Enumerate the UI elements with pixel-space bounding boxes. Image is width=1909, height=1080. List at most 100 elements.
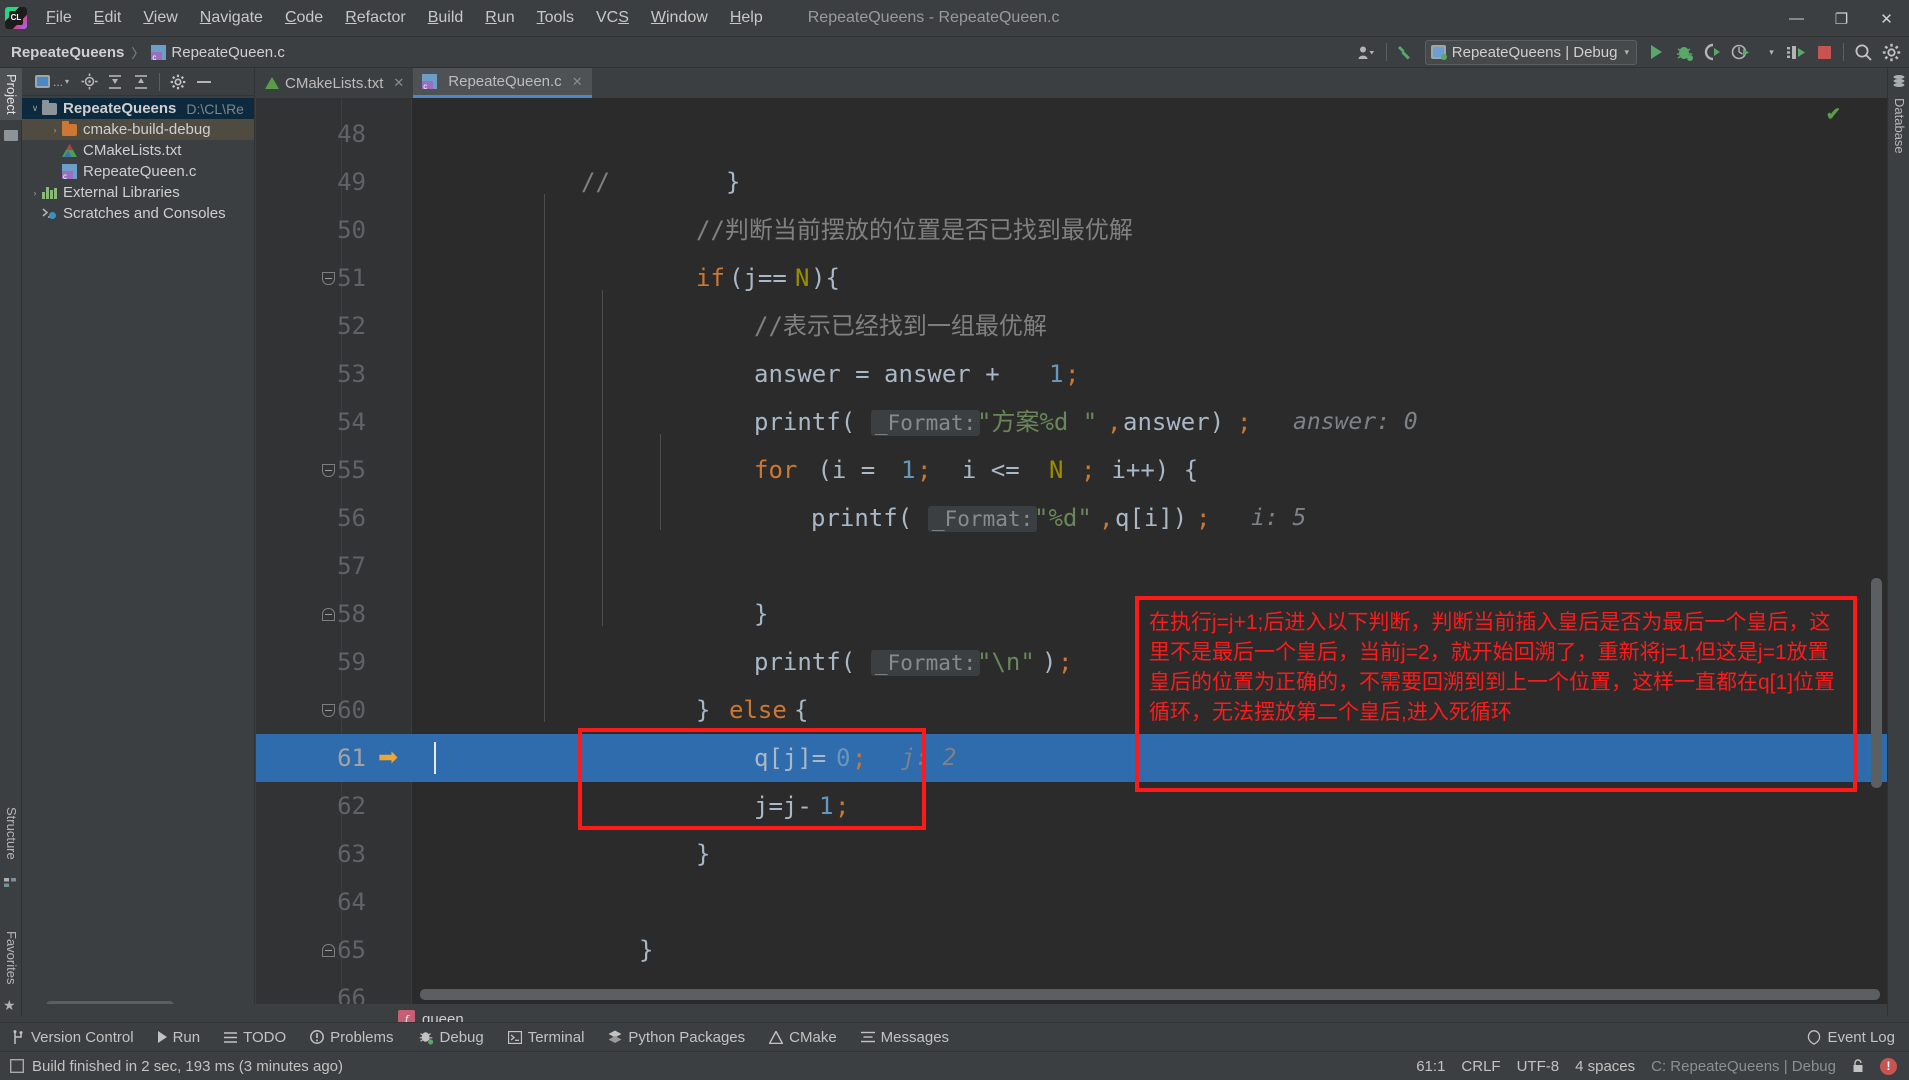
run-with-coverage-button[interactable] xyxy=(1698,39,1726,65)
line-number[interactable]: 64 xyxy=(256,878,366,926)
line-number[interactable]: 52 xyxy=(256,302,366,350)
project-tree[interactable]: ∨ RepeateQueens D:\CL\Re › cmake-build-d… xyxy=(22,96,254,224)
breadcrumb-project[interactable]: RepeateQueens xyxy=(7,42,128,63)
project-view-selector[interactable]: ... ▾ xyxy=(28,70,76,94)
line-number[interactable]: 53 xyxy=(256,350,366,398)
sidebar-tab-favorites[interactable]: Favorites xyxy=(0,925,22,990)
search-everywhere-button[interactable] xyxy=(1849,39,1877,65)
warning-icon[interactable] xyxy=(1880,1057,1897,1075)
run-button[interactable] xyxy=(1642,39,1670,65)
menu-file[interactable]: File xyxy=(35,5,83,31)
caret-position[interactable]: 61:1 xyxy=(1416,1058,1445,1075)
sidebar-tab-project[interactable]: Project xyxy=(0,68,22,121)
chevron-right-icon[interactable]: › xyxy=(28,188,42,198)
editor-horizontal-scrollbar[interactable] xyxy=(420,989,1880,1000)
profiler-button[interactable] xyxy=(1726,39,1754,65)
breadcrumb[interactable]: RepeateQueens 〉 RepeateQueen.c xyxy=(0,42,289,63)
indent-setting[interactable]: 4 spaces xyxy=(1575,1058,1635,1075)
code-fold-marker[interactable] xyxy=(318,590,338,638)
line-number[interactable]: 56 xyxy=(256,494,366,542)
menu-bar[interactable]: File Edit View Navigate Code Refactor Bu… xyxy=(35,0,774,37)
line-number[interactable]: 58 xyxy=(256,590,366,638)
line-number[interactable]: 50 xyxy=(256,206,366,254)
collapse-all-button[interactable] xyxy=(128,70,154,94)
menu-help[interactable]: Help xyxy=(719,5,774,31)
tree-node-repeatequeens[interactable]: ∨ RepeateQueens D:\CL\Re xyxy=(22,98,254,119)
tree-node-repeatequeen-c[interactable]: RepeateQueen.c xyxy=(22,161,254,182)
locate-file-button[interactable] xyxy=(76,70,102,94)
menu-edit[interactable]: Edit xyxy=(83,5,133,31)
tool-window-messages[interactable]: Messages xyxy=(849,1023,961,1052)
build-status[interactable]: Build finished in 2 sec, 193 ms (3 minut… xyxy=(0,1058,343,1075)
debugger-inline-value[interactable]: answer: 0 xyxy=(1293,409,1418,435)
inspection-status-icon[interactable]: ✔ xyxy=(1826,104,1841,125)
line-number[interactable]: 62 xyxy=(256,782,366,830)
line-number[interactable]: 65 xyxy=(256,926,366,974)
code-editor[interactable]: 48 49//} 50//判断当前摆放的位置是否已找到最优解 51 if (j== N){5… xyxy=(256,98,1887,1004)
tool-window-debug[interactable]: Debug xyxy=(406,1023,496,1052)
tool-window-todo[interactable]: TODO xyxy=(212,1023,298,1052)
menu-window[interactable]: Window xyxy=(640,5,719,31)
line-number[interactable]: 51 xyxy=(256,254,366,302)
line-number[interactable]: 63 xyxy=(256,830,366,878)
active-configuration[interactable]: C: RepeateQueens | Debug xyxy=(1651,1058,1836,1075)
chevron-right-icon[interactable]: › xyxy=(48,125,62,135)
menu-navigate[interactable]: Navigate xyxy=(189,5,274,31)
run-configuration-selector[interactable]: RepeateQueens | Debug ▾ xyxy=(1424,39,1637,65)
line-number[interactable]: 66 xyxy=(256,974,366,1004)
tree-node-scratches[interactable]: Scratches and Consoles xyxy=(22,203,254,224)
hide-panel-button[interactable] xyxy=(191,70,217,94)
maximize-button[interactable]: ❐ xyxy=(1819,0,1864,37)
menu-build[interactable]: Build xyxy=(417,5,475,31)
editor-vertical-scrollbar[interactable] xyxy=(1871,578,1882,788)
hammer-icon[interactable] xyxy=(1392,39,1420,65)
line-number[interactable]: 55 xyxy=(256,446,366,494)
tree-node-cmakelists[interactable]: CMakeLists.txt xyxy=(22,140,254,161)
line-number[interactable]: 60 xyxy=(256,686,366,734)
lock-icon[interactable] xyxy=(1852,1059,1864,1073)
line-number[interactable]: 57 xyxy=(256,542,366,590)
close-icon[interactable]: ✕ xyxy=(572,74,583,90)
tool-window-problems[interactable]: Problems xyxy=(298,1023,405,1052)
menu-refactor[interactable]: Refactor xyxy=(334,5,416,31)
menu-view[interactable]: View xyxy=(132,5,188,31)
tree-node-external-libraries[interactable]: › External Libraries xyxy=(22,182,254,203)
line-number[interactable]: 59 xyxy=(256,638,366,686)
attach-to-process-button[interactable] xyxy=(1782,39,1810,65)
code-fold-marker[interactable] xyxy=(318,254,338,302)
settings-button[interactable] xyxy=(1877,39,1905,65)
editor-tab-repeatequeen-c[interactable]: RepeateQueen.c ✕ xyxy=(413,68,592,98)
debug-button[interactable] xyxy=(1670,39,1698,65)
menu-run[interactable]: Run xyxy=(474,5,525,31)
tool-window-version-control[interactable]: Version Control xyxy=(0,1023,146,1052)
tool-window-python-packages[interactable]: Python Packages xyxy=(596,1023,757,1052)
sidebar-tab-structure[interactable]: Structure xyxy=(0,801,22,866)
menu-vcs[interactable]: VCS xyxy=(585,5,640,31)
event-log-button[interactable]: Event Log xyxy=(1807,1029,1909,1046)
stop-button[interactable] xyxy=(1810,39,1838,65)
execution-pointer-icon[interactable]: ➡ xyxy=(374,734,402,782)
line-number[interactable]: 48 xyxy=(256,110,366,158)
menu-tools[interactable]: Tools xyxy=(526,5,585,31)
line-number[interactable]: 54 xyxy=(256,398,366,446)
chevron-down-icon[interactable]: ∨ xyxy=(28,103,42,114)
menu-code[interactable]: Code xyxy=(274,5,334,31)
close-button[interactable]: ✕ xyxy=(1864,0,1909,37)
close-icon[interactable]: ✕ xyxy=(393,75,404,91)
user-icon[interactable] xyxy=(1353,39,1381,65)
window-controls[interactable]: — ❐ ✕ xyxy=(1774,0,1909,37)
code-fold-marker[interactable] xyxy=(318,446,338,494)
code-fold-marker[interactable] xyxy=(318,686,338,734)
tool-window-run[interactable]: Run xyxy=(146,1023,213,1052)
editor-tab-cmakelists[interactable]: CMakeLists.txt ✕ xyxy=(256,68,413,98)
debugger-inline-value[interactable]: i: 5 xyxy=(1251,505,1306,531)
line-separator[interactable]: CRLF xyxy=(1461,1058,1500,1075)
code-fold-marker[interactable] xyxy=(318,926,338,974)
tool-window-terminal[interactable]: Terminal xyxy=(496,1023,597,1052)
file-encoding[interactable]: UTF-8 xyxy=(1517,1058,1560,1075)
breadcrumb-file[interactable]: RepeateQueen.c xyxy=(147,42,288,63)
minimize-button[interactable]: — xyxy=(1774,0,1819,37)
line-number[interactable]: 61 xyxy=(256,734,366,782)
debugger-inline-value[interactable]: j: 2 xyxy=(901,745,956,771)
tool-window-cmake[interactable]: CMake xyxy=(757,1023,849,1052)
